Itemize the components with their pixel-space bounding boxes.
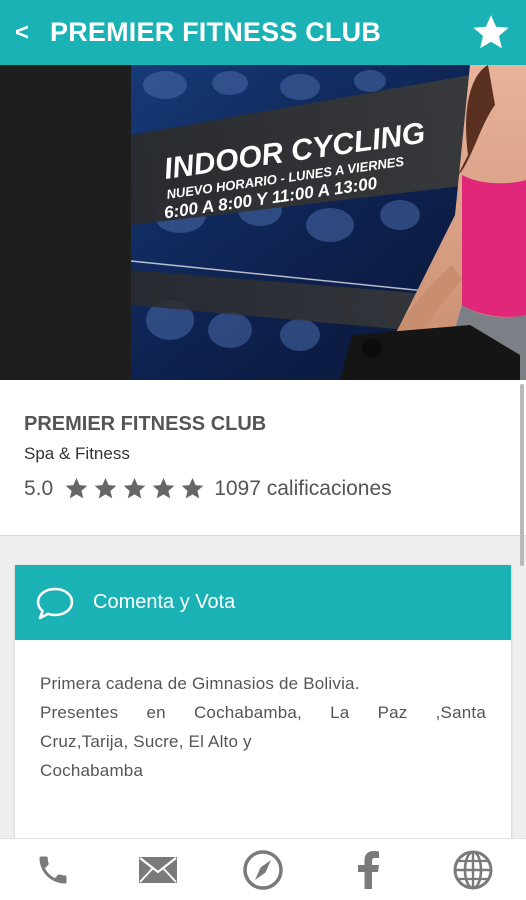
description-word: Cochabamba, [193, 703, 302, 722]
description-line: Cochabamba [40, 761, 144, 780]
rating-row: 5.0 1097 calificaciones [24, 476, 392, 502]
app-bar: < PREMIER FITNESS CLUB [0, 0, 526, 65]
rating-stars [63, 476, 206, 502]
rating-count: 1097 calificaciones [214, 477, 392, 500]
directions-button[interactable] [233, 841, 293, 899]
chat-bubble-icon [36, 587, 74, 619]
star-icon [123, 477, 146, 499]
star-icon [152, 477, 175, 499]
comment-vote-button[interactable]: Comenta y Vota [15, 565, 511, 640]
email-button[interactable] [128, 841, 188, 899]
bottom-action-bar [0, 838, 526, 900]
description-word: Presentes [40, 703, 119, 722]
description-line: Cruz,Tarija, Sucre, El Alto y [40, 732, 252, 751]
star-icon [181, 477, 204, 499]
business-description: Primera cadena de Gimnasios de Bolivia. … [15, 640, 511, 785]
star-icon [65, 477, 88, 499]
star-icon [94, 477, 117, 499]
rating-value: 5.0 [24, 477, 54, 500]
facebook-icon [358, 850, 380, 889]
phone-icon [39, 856, 67, 883]
comment-card: Comenta y Vota Primera cadena de Gimnasi… [15, 565, 511, 850]
description-word: La [330, 703, 350, 722]
description-line: Presentes en Cochabamba, La Paz ,Santa [40, 698, 486, 727]
back-button[interactable]: < [0, 0, 44, 65]
compass-icon [243, 849, 283, 890]
facebook-button[interactable] [338, 841, 398, 899]
description-word: en [146, 703, 166, 722]
business-name: PREMIER FITNESS CLUB [24, 413, 267, 435]
description-line: Primera cadena de Gimnasios de Bolivia. [40, 674, 360, 693]
business-category: Spa & Fitness [24, 444, 130, 463]
star-favorite-icon[interactable] [470, 12, 512, 54]
page-title: PREMIER FITNESS CLUB [50, 17, 382, 47]
mail-icon [138, 856, 177, 883]
description-word: ,Santa [435, 703, 486, 722]
call-button[interactable] [23, 841, 83, 899]
description-word: Paz [377, 703, 408, 722]
promo-banner-image: INDOOR CYCLING NUEVO HORARIO - LUNES A V… [0, 65, 526, 380]
globe-icon [453, 850, 493, 889]
business-info-card: PREMIER FITNESS CLUB Spa & Fitness 5.0 1… [0, 380, 526, 536]
comment-vote-label: Comenta y Vota [93, 591, 236, 613]
website-button[interactable] [443, 841, 503, 899]
scrollbar[interactable] [520, 384, 524, 566]
